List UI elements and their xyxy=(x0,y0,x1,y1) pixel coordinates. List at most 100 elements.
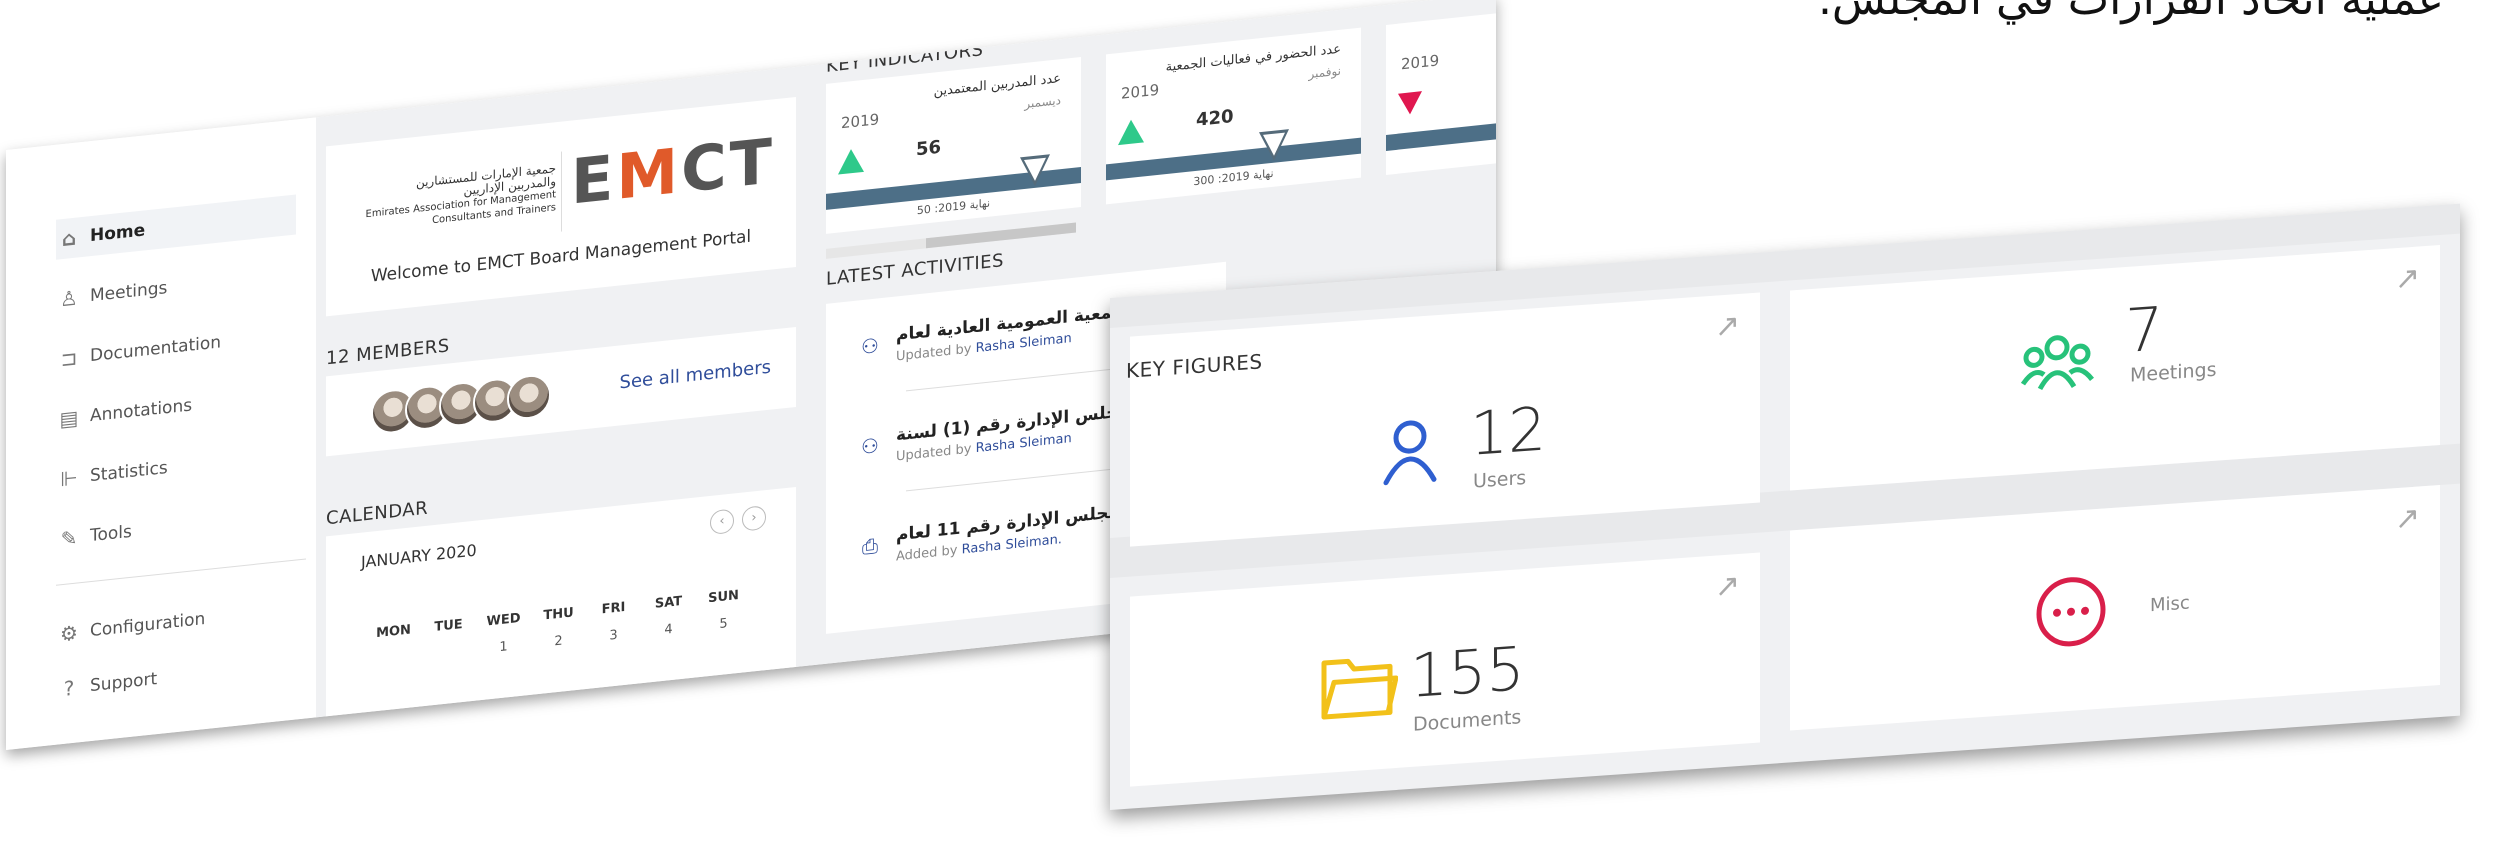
calendar-column: FRI 3 xyxy=(586,598,641,646)
group-icon: ⚇ xyxy=(861,333,879,360)
sidebar-item-statistics[interactable]: ⊩ Statistics xyxy=(56,435,296,500)
key-figures-screenshot: KEY FIGURES ↗ 12 Users ↗ 7 Meetings ↗ 15… xyxy=(1110,203,2460,810)
sidebar-item-home[interactable]: ⌂ Home xyxy=(56,194,296,260)
sidebar-item-label: Meetings xyxy=(90,278,168,307)
calendar-column: WED 1 xyxy=(476,610,531,658)
expand-arrow-icon[interactable]: ↗ xyxy=(2395,500,2420,537)
emct-logo: EMCT xyxy=(571,124,775,219)
documentation-icon: ⊐ xyxy=(60,345,78,372)
calendar-title: CALENDAR xyxy=(326,497,429,530)
sidebar-item-label: Configuration xyxy=(90,609,206,642)
latest-activities-title: LATEST ACTIVITIES xyxy=(826,250,1004,290)
users-count: 12 xyxy=(1470,394,1547,470)
indicator-year: 2019 xyxy=(1121,80,1160,103)
member-avatar[interactable] xyxy=(507,372,551,422)
sidebar-item-annotations[interactable]: ▤ Annotations xyxy=(56,375,296,440)
statistics-icon: ⊩ xyxy=(60,465,78,492)
documents-count: 155 xyxy=(1410,634,1525,713)
more-icon xyxy=(2036,577,2106,647)
group-icon xyxy=(2020,335,2094,391)
calendar-column: THU 2 xyxy=(531,604,586,652)
calendar-day-number[interactable] xyxy=(421,643,476,649)
calendar-column: SAT 4 xyxy=(641,592,696,640)
calendar-weekday: SAT xyxy=(654,593,683,612)
expand-arrow-icon[interactable]: ↗ xyxy=(1715,308,1740,345)
key-figures-title: KEY FIGURES xyxy=(1126,349,1263,383)
activity-action: Added by xyxy=(896,542,958,565)
calendar-month: JANUARY 2020 xyxy=(361,540,477,572)
sidebar-item-label: Home xyxy=(90,220,146,247)
calendar-column: MON xyxy=(366,621,421,669)
association-logo-text: جمعية الإمارات للمستشارين والمدربين الإد… xyxy=(356,161,556,235)
documents-card[interactable]: ↗ 155 Documents xyxy=(1130,552,1760,787)
activity-action: Updated by xyxy=(896,341,972,365)
users-label: Users xyxy=(1473,466,1527,493)
calendar-column: SUN 5 xyxy=(696,587,751,635)
calendar-next-button[interactable]: › xyxy=(742,505,766,532)
meetings-label: Meetings xyxy=(2130,358,2217,387)
sidebar-item-configuration[interactable]: ⚙ Configuration xyxy=(56,590,296,655)
calendar-day-number[interactable]: 3 xyxy=(586,625,641,646)
calendar-prev-button[interactable]: ‹ xyxy=(710,508,734,536)
indicator-month: ديسمبر xyxy=(1024,93,1061,111)
home-icon: ⌂ xyxy=(61,225,77,252)
trend-up-icon xyxy=(1118,118,1144,146)
meetings-count: 7 xyxy=(2125,294,2164,368)
calendar-grid: MON TUE WED 1 THU 2 FRI 3 SAT 4 SUN 5 xyxy=(366,587,751,669)
indicator-card[interactable]: عدد المدربين المعتمدين ديسمبر 2019 56 نهاية … xyxy=(826,57,1081,234)
sidebar-item-documentation[interactable]: ⊐ Documentation xyxy=(56,315,296,380)
calendar-day-number[interactable]: 1 xyxy=(476,637,531,658)
calendar-weekday: FRI xyxy=(601,599,626,618)
calendar-weekday: MON xyxy=(376,622,411,642)
sidebar-item-support[interactable]: ? Support xyxy=(56,645,296,710)
sidebar-item-label: Statistics xyxy=(90,458,168,487)
expand-arrow-icon[interactable]: ↗ xyxy=(2395,260,2420,297)
calendar-weekday: SUN xyxy=(708,587,739,607)
indicators-scroll-thumb[interactable] xyxy=(926,222,1076,249)
meetings-icon: ♙ xyxy=(60,285,78,312)
calendar-day-number[interactable] xyxy=(366,648,421,654)
sidebar-item-meetings[interactable]: ♙ Meetings xyxy=(56,255,296,320)
indicator-card[interactable]: الإكتساب المقدمةديسمبر201914 xyxy=(1386,0,1496,175)
arabic-caption: عملية اتخاذ القرارات في المجلس. xyxy=(1818,0,2444,25)
folder-icon xyxy=(1321,658,1398,720)
sidebar-item-label: Documentation xyxy=(90,332,222,367)
indicator-year: 2019 xyxy=(841,110,880,133)
sidebar: ⌂ Home ♙ Meetings ⊐ Documentation ▤ Annotations… xyxy=(6,117,316,750)
calendar-day-number[interactable]: 5 xyxy=(696,614,751,635)
sidebar-divider xyxy=(56,558,306,586)
support-icon: ? xyxy=(63,675,75,701)
see-all-members-link[interactable]: See all members xyxy=(620,357,771,394)
indicator-target-marker xyxy=(1020,154,1051,188)
welcome-text: Welcome to EMCT Board Management Portal xyxy=(370,226,752,287)
annotations-icon: ▤ xyxy=(59,405,79,432)
misc-label: Misc xyxy=(2150,592,2190,617)
calendar-column: TUE xyxy=(421,616,476,664)
calendar-day-number[interactable]: 4 xyxy=(641,619,696,640)
sidebar-item-tools[interactable]: ✎ Tools xyxy=(56,495,296,560)
sidebar-item-label: Annotations xyxy=(90,395,193,427)
calendar-day-number[interactable]: 2 xyxy=(531,631,586,652)
logo-divider xyxy=(561,151,562,232)
trend-up-icon xyxy=(838,147,864,175)
member-avatars[interactable] xyxy=(371,372,551,436)
users-card[interactable]: KEY FIGURES ↗ 12 Users xyxy=(1126,292,1760,547)
calendar-weekday: THU xyxy=(543,605,574,624)
indicator-value: 56 xyxy=(916,136,942,161)
group-icon: ⚇ xyxy=(861,433,879,460)
user-icon xyxy=(1383,420,1437,486)
indicator-value: 420 xyxy=(1196,105,1234,131)
configuration-icon: ⚙ xyxy=(60,620,78,647)
indicator-card[interactable]: عدد الحضور في فعاليات الجمعية نوفمبر 2019 4… xyxy=(1106,27,1361,205)
indicator-month: نوفمبر xyxy=(1308,63,1341,82)
welcome-panel: جمعية الإمارات للمستشارين والمدربين الإد… xyxy=(326,96,796,317)
sidebar-item-label: Tools xyxy=(90,521,132,547)
expand-arrow-icon[interactable]: ↗ xyxy=(1715,568,1740,605)
indicator-target-marker xyxy=(1259,129,1290,163)
calendar-weekday: WED xyxy=(486,610,521,630)
indicator-year: 2019 xyxy=(1401,51,1440,74)
sidebar-item-label: Support xyxy=(90,669,158,697)
tools-icon: ✎ xyxy=(60,525,78,552)
calendar-weekday: TUE xyxy=(434,617,463,635)
activity-action: Updated by xyxy=(896,441,972,465)
